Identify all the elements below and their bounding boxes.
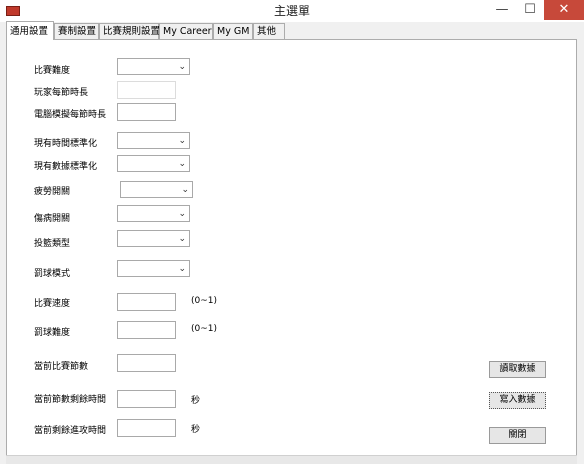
realtime-std-label: 現有時間標準化 xyxy=(34,139,98,149)
horizontal-scrollbar[interactable] xyxy=(6,455,577,464)
injury-select[interactable]: ⌄ xyxy=(117,205,190,222)
tab-rules[interactable]: 比賽規則設置 xyxy=(99,23,160,39)
foul-mode-label: 罰球模式 xyxy=(34,269,71,279)
settings-panel: 比賽難度 ⌄ 玩家每節時長 電腦模擬每節時長 現有時間標準化 ⌄ 現有數據標準化… xyxy=(6,39,577,457)
game-speed-label: 比賽速度 xyxy=(34,299,71,309)
tab-other[interactable]: 其他 xyxy=(253,23,285,39)
fatigue-select[interactable]: ⌄ xyxy=(120,181,193,198)
player-quarter-input[interactable] xyxy=(117,81,176,99)
title-bar: 主選單 — ☐ ✕ xyxy=(0,0,584,22)
game-speed-input[interactable] xyxy=(117,293,176,311)
difficulty-label: 比賽難度 xyxy=(34,66,71,76)
tab-my-gm[interactable]: My GM xyxy=(213,23,253,39)
fatigue-label: 疲勞開關 xyxy=(34,187,71,197)
tab-format[interactable]: 賽制設置 xyxy=(54,23,99,39)
seconds-unit: 秒 xyxy=(191,396,201,406)
foul-difficulty-input[interactable] xyxy=(117,321,176,339)
foul-difficulty-range-hint: (0~1) xyxy=(191,324,218,334)
cpu-quarter-input[interactable] xyxy=(117,103,176,121)
data-std-select[interactable]: ⌄ xyxy=(117,155,190,172)
chevron-down-icon: ⌄ xyxy=(178,264,186,274)
difficulty-select[interactable]: ⌄ xyxy=(117,58,190,75)
chevron-down-icon: ⌄ xyxy=(181,185,189,195)
quarter-remaining-label: 當前節數剩餘時間 xyxy=(34,395,107,405)
close-button[interactable]: 關閉 xyxy=(489,427,546,444)
chevron-down-icon: ⌄ xyxy=(178,62,186,72)
data-std-label: 現有數據標準化 xyxy=(34,162,98,172)
tab-my-career[interactable]: My Career xyxy=(159,23,213,39)
player-quarter-label: 玩家每節時長 xyxy=(34,88,89,98)
realtime-std-select[interactable]: ⌄ xyxy=(117,132,190,149)
chevron-down-icon: ⌄ xyxy=(178,136,186,146)
close-window-button[interactable]: ✕ xyxy=(544,0,584,20)
injury-label: 傷病開關 xyxy=(34,214,71,224)
shot-clock-label: 當前剩餘進攻時間 xyxy=(34,426,107,436)
foul-difficulty-label: 罰球難度 xyxy=(34,328,71,338)
maximize-button[interactable]: ☐ xyxy=(516,0,544,20)
seconds-unit: 秒 xyxy=(191,425,201,435)
chevron-down-icon: ⌄ xyxy=(178,209,186,219)
foul-mode-select[interactable]: ⌄ xyxy=(117,260,190,277)
shot-clock-input[interactable] xyxy=(117,419,176,437)
minimize-button[interactable]: — xyxy=(488,0,516,20)
chevron-down-icon: ⌄ xyxy=(178,159,186,169)
shot-type-label: 投籃類型 xyxy=(34,239,71,249)
quarter-remaining-input[interactable] xyxy=(117,390,176,408)
current-quarter-label: 當前比賽節數 xyxy=(34,362,89,372)
shot-type-select[interactable]: ⌄ xyxy=(117,230,190,247)
chevron-down-icon: ⌄ xyxy=(178,234,186,244)
tab-general[interactable]: 通用設置 xyxy=(6,21,54,40)
current-quarter-input[interactable] xyxy=(117,354,176,372)
game-speed-range-hint: (0~1) xyxy=(191,296,218,306)
read-data-button[interactable]: 讀取數據 xyxy=(489,361,546,378)
write-data-button[interactable]: 寫入數據 xyxy=(489,392,546,409)
cpu-quarter-label: 電腦模擬每節時長 xyxy=(34,110,107,120)
